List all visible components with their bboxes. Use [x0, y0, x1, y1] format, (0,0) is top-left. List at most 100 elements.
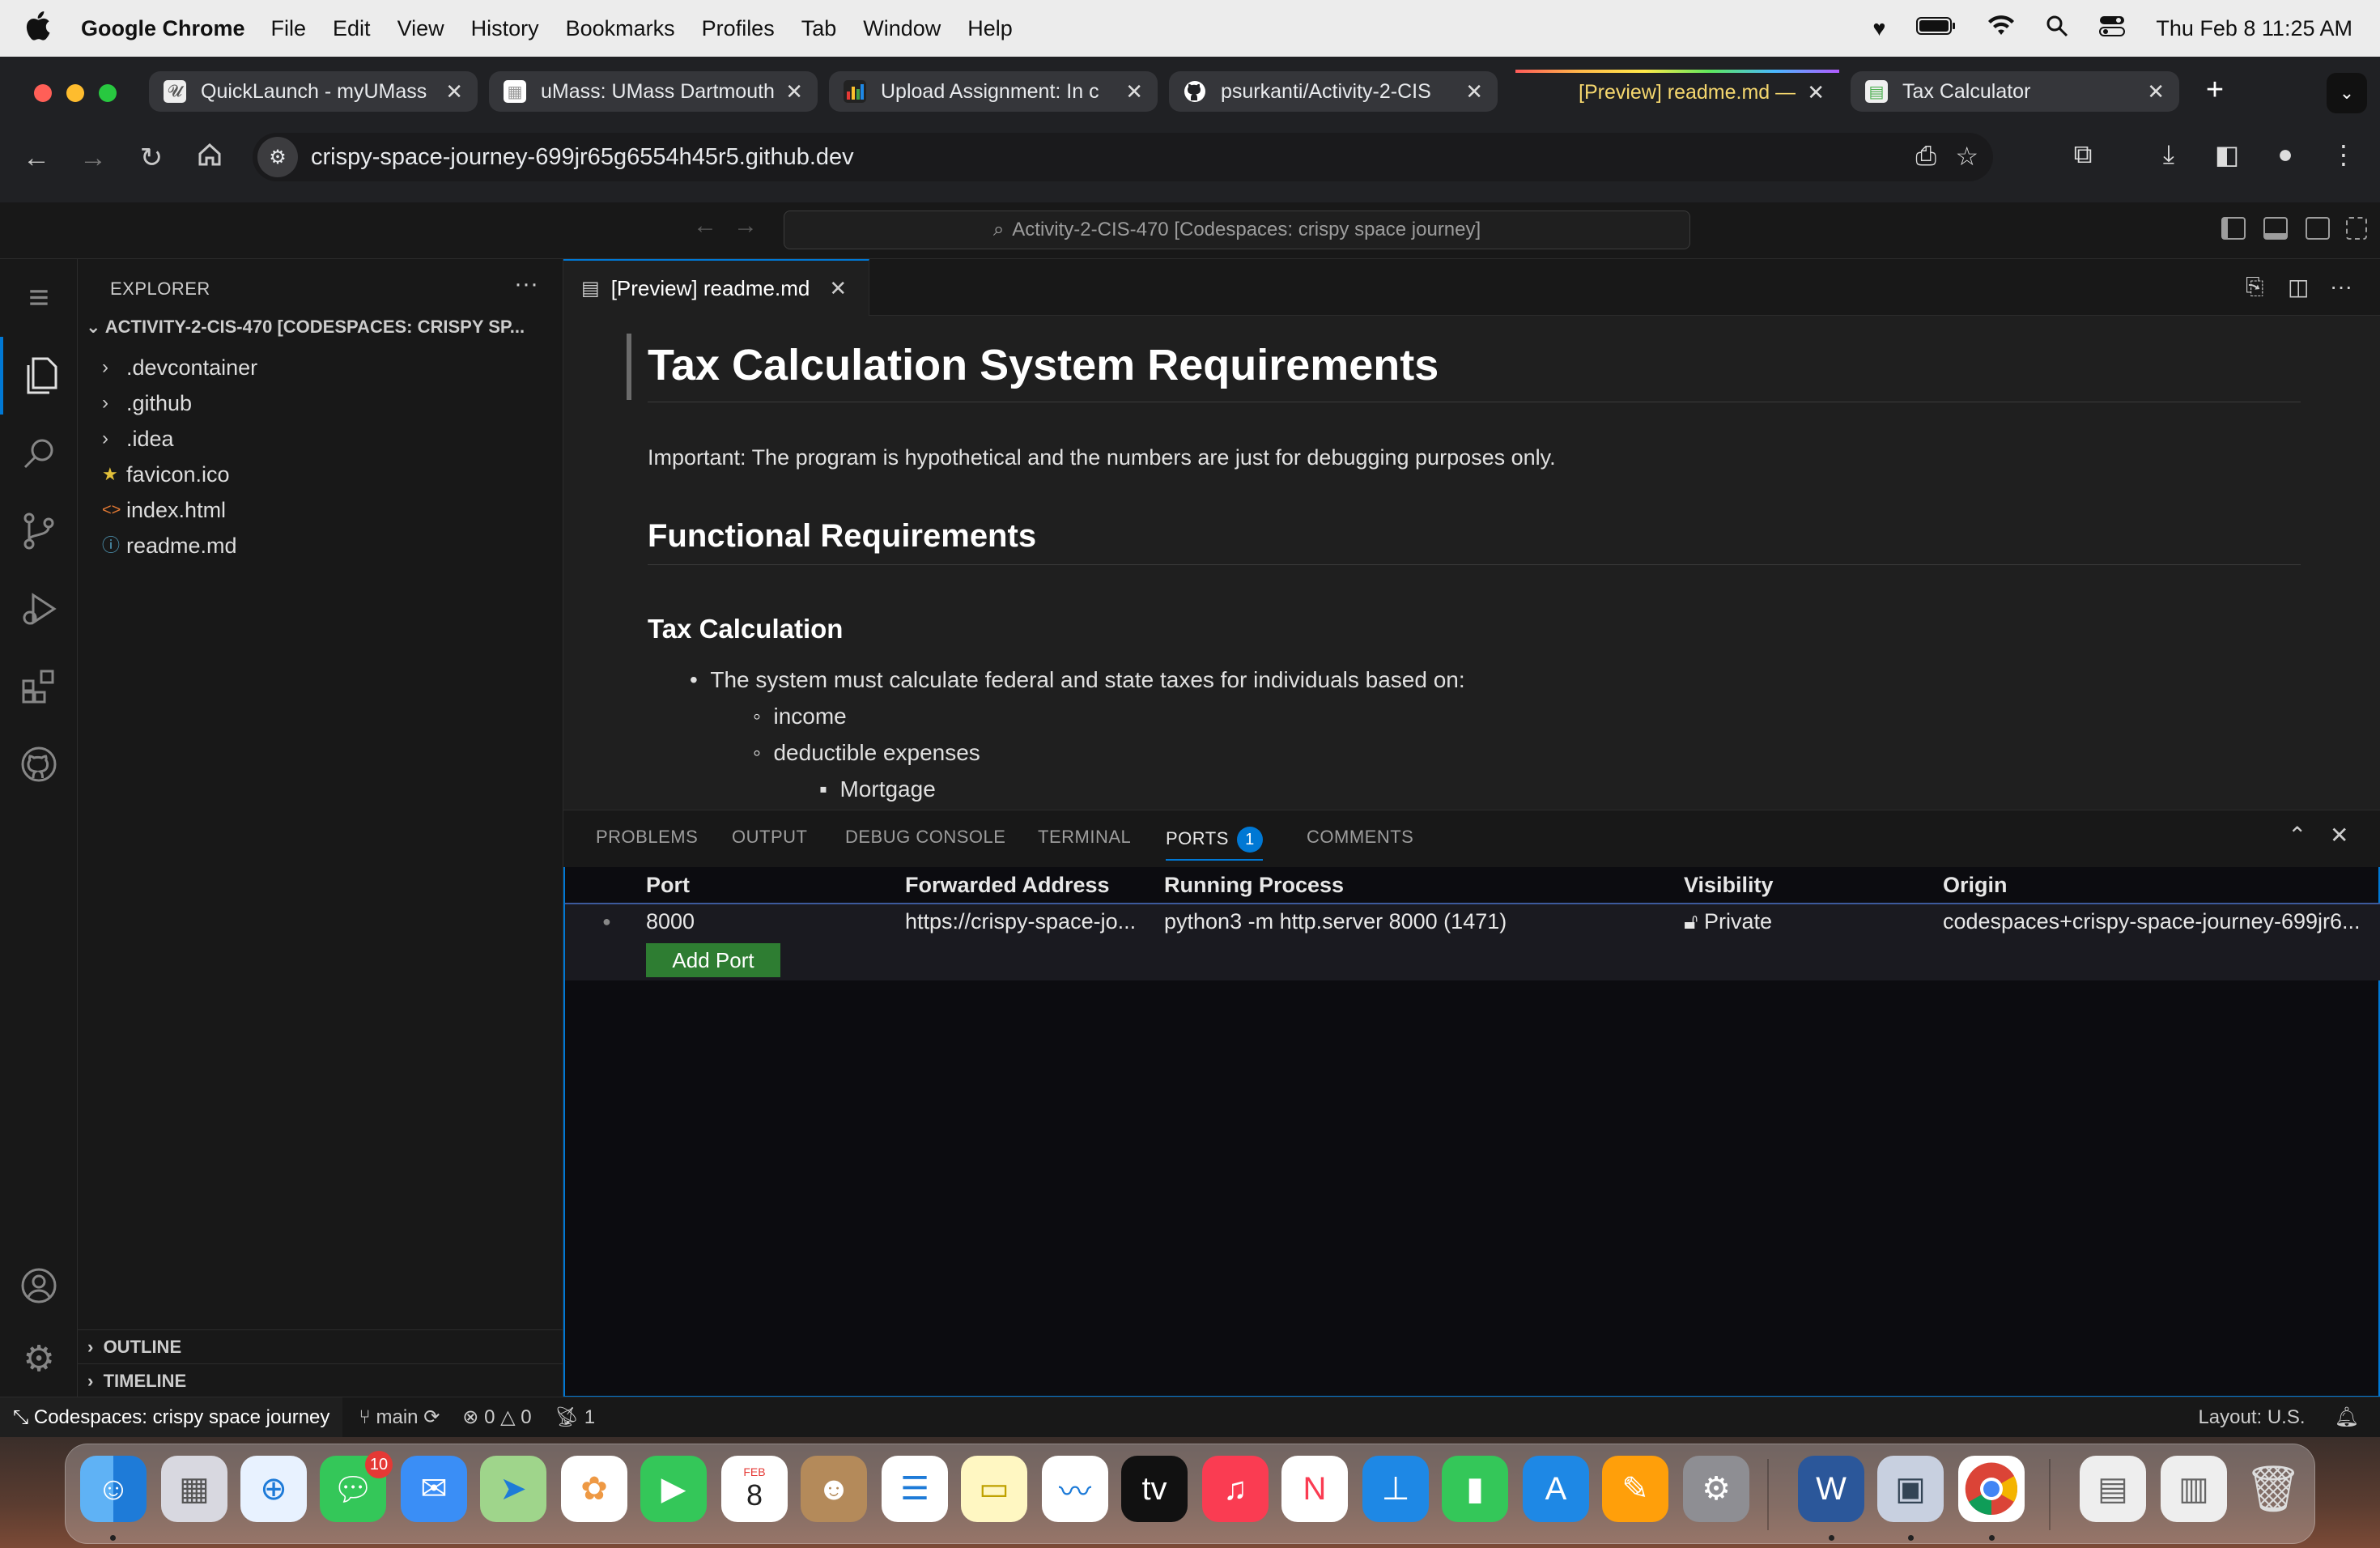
reload-icon[interactable]: ↻ — [133, 139, 170, 176]
app-store-icon[interactable]: A — [1523, 1456, 1589, 1522]
messages-icon[interactable]: 💬︎ 10 — [320, 1451, 393, 1522]
menu-file[interactable]: File — [271, 16, 307, 41]
docx-file-icon[interactable]: ▤ — [2080, 1456, 2146, 1522]
apple-menu-icon[interactable] — [24, 11, 62, 46]
trash-icon[interactable]: 🗑︎ — [2240, 1456, 2306, 1522]
notifications-bell-icon[interactable]: 🔔︎ — [2335, 1397, 2359, 1438]
menu-bookmarks[interactable]: Bookmarks — [566, 16, 675, 41]
command-center-search[interactable]: ⌕ Activity-2-CIS-470 [Codespaces: crispy … — [784, 211, 1690, 249]
tree-item-github[interactable]: › .github — [102, 387, 192, 419]
column-header-visibility[interactable]: Visibility — [1684, 867, 1774, 903]
run-and-debug-icon[interactable] — [0, 570, 78, 648]
music-icon[interactable]: ♫ — [1202, 1456, 1269, 1522]
menu-app-name[interactable]: Google Chrome — [81, 16, 245, 41]
launchpad-icon[interactable]: ▦ — [161, 1456, 227, 1522]
back-arrow-icon[interactable]: ← — [18, 139, 55, 176]
source-control-icon[interactable] — [0, 492, 78, 570]
close-tab-icon[interactable]: ✕ — [445, 79, 463, 104]
install-app-icon[interactable]: ⎙ — [1915, 141, 1936, 172]
photos-icon[interactable]: ✿ — [561, 1456, 627, 1522]
bookmark-star-icon[interactable]: ☆ — [1955, 141, 1978, 172]
more-actions-icon[interactable]: ··· — [2330, 274, 2352, 300]
side-panel-icon[interactable]: ◧ — [2208, 139, 2246, 170]
menu-view[interactable]: View — [397, 16, 444, 41]
browser-tab-quicklaunch[interactable]: 𝓤 QuickLaunch - myUMass ✕ — [149, 71, 478, 112]
extensions-puzzle-icon[interactable]: ⧉ — [2064, 139, 2102, 170]
keynote-icon[interactable]: ⊥ — [1362, 1456, 1429, 1522]
site-settings-icon[interactable]: ⚙ — [257, 137, 298, 177]
chrome-menu-kebab-icon[interactable]: ⋮ — [2325, 139, 2362, 170]
menu-hamburger-icon[interactable]: ≡ — [0, 259, 78, 337]
zoom-window-button[interactable] — [99, 84, 117, 102]
close-tab-icon[interactable]: ✕ — [1807, 80, 1825, 105]
remote-indicator[interactable]: ⤡ Codespaces: crispy space journey — [0, 1397, 343, 1438]
column-header-running-process[interactable]: Running Process — [1164, 867, 1344, 903]
close-window-button[interactable] — [34, 84, 52, 102]
menu-history[interactable]: History — [471, 16, 539, 41]
port-cell[interactable]: 8000 — [646, 904, 695, 940]
column-header-forwarded-address[interactable]: Forwarded Address — [905, 867, 1110, 903]
reminders-icon[interactable]: ☰ — [882, 1456, 948, 1522]
battery-icon[interactable] — [1916, 16, 1957, 41]
go-forward-arrow-icon[interactable]: → — [733, 212, 758, 240]
keyboard-layout[interactable]: Layout: U.S. — [2198, 1397, 2305, 1438]
news-icon[interactable]: N — [1281, 1456, 1348, 1522]
downloads-icon[interactable]: ⤓ — [2150, 139, 2187, 170]
browser-tab-tax-calculator[interactable]: ▤ Tax Calculator ✕ — [1851, 71, 2179, 112]
mail-icon[interactable]: ✉ — [401, 1456, 467, 1522]
facetime-icon[interactable]: ▶ — [640, 1456, 707, 1522]
tree-item-devcontainer[interactable]: › .devcontainer — [102, 351, 257, 384]
wifi-icon[interactable] — [1987, 15, 2015, 42]
tab-problems[interactable]: PROBLEMS — [596, 827, 698, 848]
tab-output[interactable]: OUTPUT — [732, 827, 807, 848]
browser-tab-upload-assignment[interactable]: Upload Assignment: In c ✕ — [829, 71, 1158, 112]
tree-item-readme[interactable]: ⓘ readme.md — [102, 529, 237, 562]
calendar-icon[interactable]: FEB 8 — [721, 1456, 788, 1522]
menu-edit[interactable]: Edit — [333, 16, 371, 41]
toggle-primary-sidebar-icon[interactable] — [2221, 217, 2246, 240]
close-tab-icon[interactable]: ✕ — [785, 79, 803, 104]
control-center-icon[interactable] — [2099, 15, 2126, 43]
browser-tab-umass[interactable]: ▦ uMass: UMass Dartmouth ✕ — [489, 71, 818, 112]
extensions-icon[interactable] — [0, 648, 78, 725]
column-header-origin[interactable]: Origin — [1943, 867, 2008, 903]
toggle-secondary-sidebar-icon[interactable] — [2306, 217, 2330, 240]
menu-tab[interactable]: Tab — [801, 16, 837, 41]
close-tab-icon[interactable]: ✕ — [2147, 79, 2165, 104]
editor-tab-readme-preview[interactable]: ▤ [Preview] readme.md ✕ — [563, 259, 869, 316]
notes-icon[interactable]: ▭ — [961, 1456, 1027, 1522]
tree-item-index-html[interactable]: <> index.html — [102, 494, 226, 526]
manage-gear-icon[interactable]: ⚙ — [0, 1320, 78, 1397]
new-tab-plus-icon[interactable]: + — [2197, 73, 2233, 108]
contacts-icon[interactable]: ☻ — [801, 1456, 867, 1522]
address-bar[interactable]: ⚙ crispy-space-journey-699jr65g6554h45r5… — [253, 133, 1993, 181]
home-icon[interactable] — [191, 139, 228, 176]
profile-avatar-icon[interactable]: ● — [2267, 139, 2304, 169]
go-back-arrow-icon[interactable]: ← — [693, 212, 717, 240]
tab-ports[interactable]: PORTS 1 — [1166, 827, 1263, 861]
preview-app-icon[interactable]: ▣ — [1877, 1456, 1944, 1522]
forwarded-ports-indicator[interactable]: 📡︎ 1 — [555, 1406, 596, 1429]
table-row[interactable]: ● 8000 https://crispy-space-jo... python… — [565, 903, 2380, 938]
close-icon[interactable]: ✕ — [829, 276, 847, 301]
sync-icon[interactable]: ⟳ — [423, 1406, 440, 1428]
forwarded-address-cell[interactable]: https://crispy-space-jo... — [905, 904, 1148, 940]
word-icon[interactable]: W — [1798, 1456, 1864, 1522]
timeline-section-header[interactable]: › TIMELINE — [78, 1363, 563, 1397]
visibility-cell[interactable]: 🔓︎ Private — [1684, 904, 1772, 940]
pages-icon[interactable]: ✎ — [1602, 1456, 1668, 1522]
add-port-button[interactable]: Add Port — [646, 943, 780, 977]
browser-tab-github[interactable]: psurkanti/Activity-2-CIS ✕ — [1169, 71, 1498, 112]
open-source-icon[interactable]: ⎘ — [2246, 274, 2263, 300]
menu-profiles[interactable]: Profiles — [702, 16, 775, 41]
menu-window[interactable]: Window — [863, 16, 941, 41]
menu-help[interactable]: Help — [967, 16, 1013, 41]
column-header-port[interactable]: Port — [646, 867, 690, 903]
github-icon[interactable] — [0, 725, 78, 803]
outline-section-header[interactable]: › OUTLINE — [78, 1329, 563, 1363]
close-panel-icon[interactable]: ✕ — [2330, 822, 2348, 848]
freeform-icon[interactable]: 〰 — [1042, 1456, 1108, 1522]
numbers-icon[interactable]: ▮ — [1442, 1456, 1508, 1522]
split-editor-icon[interactable]: ◫ — [2288, 274, 2309, 300]
apple-tv-icon[interactable]: tv — [1121, 1456, 1188, 1522]
